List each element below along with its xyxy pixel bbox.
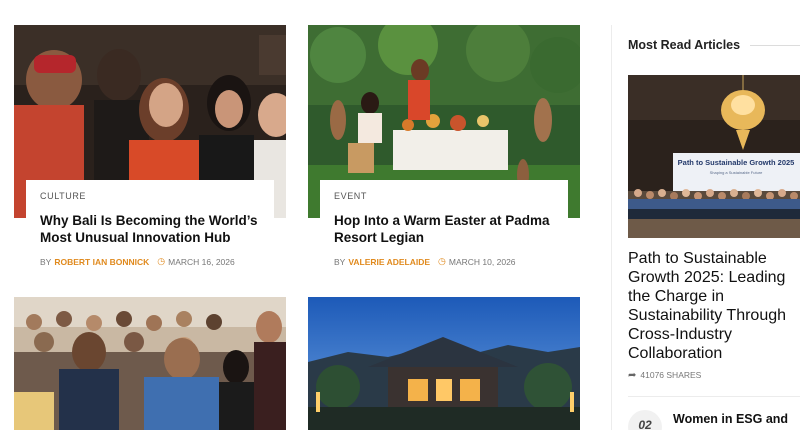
share-icon: ➦ [628, 370, 637, 381]
clock-icon: ◷ [157, 256, 166, 266]
article-category[interactable]: CULTURE [40, 191, 260, 201]
author-link[interactable]: ROBERT IAN BONNICK [54, 257, 149, 267]
share-count-text: 41076 SHARES [640, 370, 702, 380]
slide-subtitle: Shaping a Sustainable Future [710, 170, 763, 175]
sidebar-divider [611, 25, 612, 430]
slide-title: Path to Sustainable Growth 2025 [678, 158, 795, 167]
sidebar-heading: Most Read Articles [628, 38, 741, 52]
rank-number: 02 [628, 410, 662, 430]
article-image-resort[interactable] [308, 297, 580, 430]
article-caption-2: EVENT Hop Into a Warm Easter at Padma Re… [320, 180, 568, 267]
article-category[interactable]: EVENT [334, 191, 554, 201]
featured-article-title[interactable]: Path to Sustainable Growth 2025: Leading… [628, 249, 800, 363]
article-date: MARCH 16, 2026 [168, 256, 235, 267]
list-divider [628, 396, 800, 397]
featured-article-image[interactable]: Path to Sustainable Growth 2025 Shaping … [628, 75, 800, 238]
most-read-item-title[interactable]: Women in ESG and [673, 412, 788, 426]
article-title[interactable]: Why Bali Is Becoming the World’s Most Un… [40, 212, 260, 246]
article-meta: BY VALERIE ADELAIDE ◷ MARCH 10, 2026 [334, 256, 554, 267]
by-label: BY [334, 256, 346, 267]
author-link[interactable]: VALERIE ADELAIDE [348, 257, 430, 267]
share-count: ➦ 41076 SHARES [628, 370, 701, 381]
article-date: MARCH 10, 2026 [448, 256, 516, 267]
article-image-conference[interactable] [14, 297, 286, 430]
article-caption-1: CULTURE Why Bali Is Becoming the World’s… [26, 180, 274, 267]
article-title[interactable]: Hop Into a Warm Easter at Padma Resort L… [334, 212, 554, 246]
clock-icon: ◷ [438, 256, 446, 266]
by-label: BY [40, 256, 52, 267]
article-meta: BY ROBERT IAN BONNICK ◷ MARCH 16, 2026 [40, 256, 260, 267]
heading-rule [750, 45, 800, 46]
